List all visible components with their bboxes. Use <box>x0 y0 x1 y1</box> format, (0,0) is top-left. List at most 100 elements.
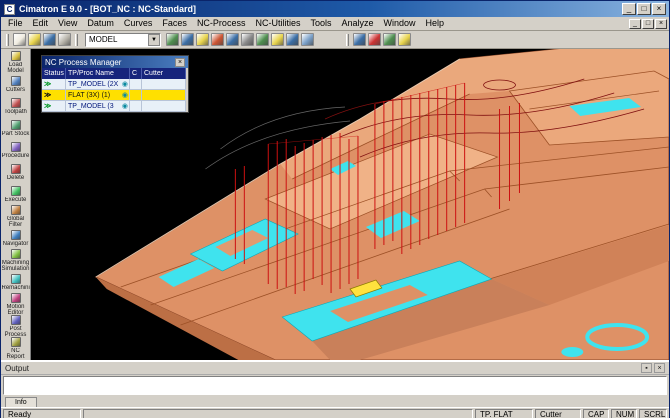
app-icon: C <box>4 4 15 15</box>
motion-editor-label: Motion Editor <box>2 304 30 315</box>
settings-icon[interactable] <box>383 33 396 46</box>
select-icon[interactable] <box>166 33 179 46</box>
table-row-selected[interactable]: ≫ FLAT (3X) (1)◉ <box>42 90 188 101</box>
coordsys-icon: ◉ <box>122 90 128 101</box>
row-status-icon: ≫ <box>42 79 66 90</box>
filter-combo[interactable]: MODEL ▼ <box>85 33 161 47</box>
minimize-button[interactable]: _ <box>622 3 636 15</box>
main-toolbar: MODEL ▼ <box>1 31 669 49</box>
menu-analyze[interactable]: Analyze <box>336 17 378 30</box>
row-name: TP_MODEL (2X <box>68 81 118 88</box>
close-icon[interactable]: × <box>654 363 665 373</box>
menu-view[interactable]: View <box>53 17 82 30</box>
nc-tool-global-filter[interactable]: Global Filter <box>1 205 30 227</box>
delete-icon <box>11 164 21 174</box>
nc-process-manager-titlebar[interactable]: NC Process Manager × <box>42 56 188 68</box>
output-content[interactable] <box>3 376 667 395</box>
help-icon[interactable] <box>398 33 411 46</box>
panel-close-icon[interactable]: × <box>175 58 185 67</box>
child-close-button[interactable]: × <box>655 19 667 29</box>
nc-tool-procedure[interactable]: Procedure <box>1 139 30 161</box>
output-panel: Output ▪ × <box>1 360 669 396</box>
menu-window[interactable]: Window <box>379 17 421 30</box>
pan-icon[interactable] <box>196 33 209 46</box>
toolbar-grip[interactable] <box>6 34 9 46</box>
navigator-label: Navigator <box>2 241 30 247</box>
nc-tool-navigator[interactable]: Navigator <box>1 227 30 249</box>
procedure-icon <box>11 142 21 152</box>
menu-nc-process[interactable]: NC-Process <box>192 17 251 30</box>
nc-tool-nc-report[interactable]: NC Report <box>1 337 30 359</box>
table-row[interactable]: ≫ TP_MODEL (3◉ <box>42 101 188 112</box>
title-bar: C Cimatron E 9.0 - [BOT_NC : NC-Standard… <box>1 1 669 17</box>
nc-tool-machining-simulation[interactable]: Machining Simulation <box>1 249 30 271</box>
output-panel-title: Output <box>5 364 29 373</box>
new-file-icon[interactable] <box>13 33 26 46</box>
bottom-tab-strip: Info <box>1 396 669 407</box>
rotate-view-icon[interactable] <box>211 33 224 46</box>
menu-file[interactable]: File <box>3 17 28 30</box>
verify-icon[interactable] <box>368 33 381 46</box>
measure-icon[interactable] <box>286 33 299 46</box>
print-icon[interactable] <box>58 33 71 46</box>
cutters-icon <box>11 76 21 86</box>
nc-process-manager-title: NC Process Manager <box>45 58 121 67</box>
column-header-status[interactable]: Status <box>42 68 66 79</box>
open-file-icon[interactable] <box>28 33 41 46</box>
execute-icon <box>11 186 21 196</box>
zoom-icon[interactable] <box>181 33 194 46</box>
child-minimize-button[interactable]: _ <box>629 19 641 29</box>
column-header-name[interactable]: TP/Proc Name <box>66 68 130 79</box>
post-process-label: Post Process <box>2 326 30 337</box>
status-scrl: SCRL <box>639 409 667 418</box>
maximize-button[interactable]: □ <box>637 3 651 15</box>
menu-edit[interactable]: Edit <box>28 17 54 30</box>
simulation-icon[interactable] <box>353 33 366 46</box>
status-num: NUM <box>611 409 637 418</box>
wireframe-icon[interactable] <box>256 33 269 46</box>
column-header-c[interactable]: C <box>130 68 142 79</box>
row-name: FLAT (3X) (1) <box>68 92 110 99</box>
nc-tool-cutters[interactable]: Cutters <box>1 73 30 95</box>
close-button[interactable]: × <box>652 3 666 15</box>
menu-faces[interactable]: Faces <box>157 17 192 30</box>
output-panel-header[interactable]: Output ▪ × <box>1 362 669 375</box>
machining-simulation-label: Machining Simulation <box>2 260 30 271</box>
save-icon[interactable] <box>43 33 56 46</box>
display-filter-icon[interactable] <box>271 33 284 46</box>
nc-tool-part-stock[interactable]: Part Stock <box>1 117 30 139</box>
shade-icon[interactable] <box>241 33 254 46</box>
layers-icon[interactable] <box>301 33 314 46</box>
global-filter-label: Global Filter <box>2 216 30 227</box>
nc-tool-remachining[interactable]: Remachining <box>1 271 30 293</box>
chevron-down-icon[interactable]: ▼ <box>148 34 160 46</box>
motion-editor-icon <box>11 293 21 303</box>
nc-tool-post-process[interactable]: Post Process <box>1 315 30 337</box>
menu-bar: FileEditViewDatumCurvesFacesNC-ProcessNC… <box>1 17 669 31</box>
toolbar-grip[interactable] <box>346 34 349 46</box>
nc-report-icon <box>11 337 21 347</box>
nc-tool-load-model[interactable]: Load Model <box>1 51 30 73</box>
menu-nc-utilities[interactable]: NC-Utilities <box>250 17 305 30</box>
menu-tools[interactable]: Tools <box>305 17 336 30</box>
part-stock-label: Part Stock <box>2 131 30 137</box>
toolbar-grip[interactable] <box>75 34 78 46</box>
fit-view-icon[interactable] <box>226 33 239 46</box>
menu-help[interactable]: Help <box>421 17 450 30</box>
pin-icon[interactable]: ▪ <box>641 363 652 373</box>
cutters-label: Cutters <box>2 87 30 93</box>
3d-viewport[interactable]: NC Process Manager × Status TP/Proc Name… <box>31 49 669 360</box>
tab-info[interactable]: Info <box>5 397 37 407</box>
child-restore-button[interactable]: □ <box>642 19 654 29</box>
nc-tool-motion-editor[interactable]: Motion Editor <box>1 293 30 315</box>
row-name: TP_MODEL (3 <box>68 103 114 110</box>
status-bar: Ready TP. FLAT Cutter CAP NUM SCRL <box>1 407 669 418</box>
nc-tool-execute[interactable]: Execute <box>1 183 30 205</box>
toolpath-icon <box>11 98 21 108</box>
menu-datum[interactable]: Datum <box>82 17 119 30</box>
table-row[interactable]: ≫ TP_MODEL (2X◉ <box>42 79 188 90</box>
menu-curves[interactable]: Curves <box>119 17 158 30</box>
nc-tool-delete[interactable]: Delete <box>1 161 30 183</box>
nc-tool-toolpath[interactable]: Toolpath <box>1 95 30 117</box>
column-header-cutter[interactable]: Cutter <box>142 68 186 79</box>
